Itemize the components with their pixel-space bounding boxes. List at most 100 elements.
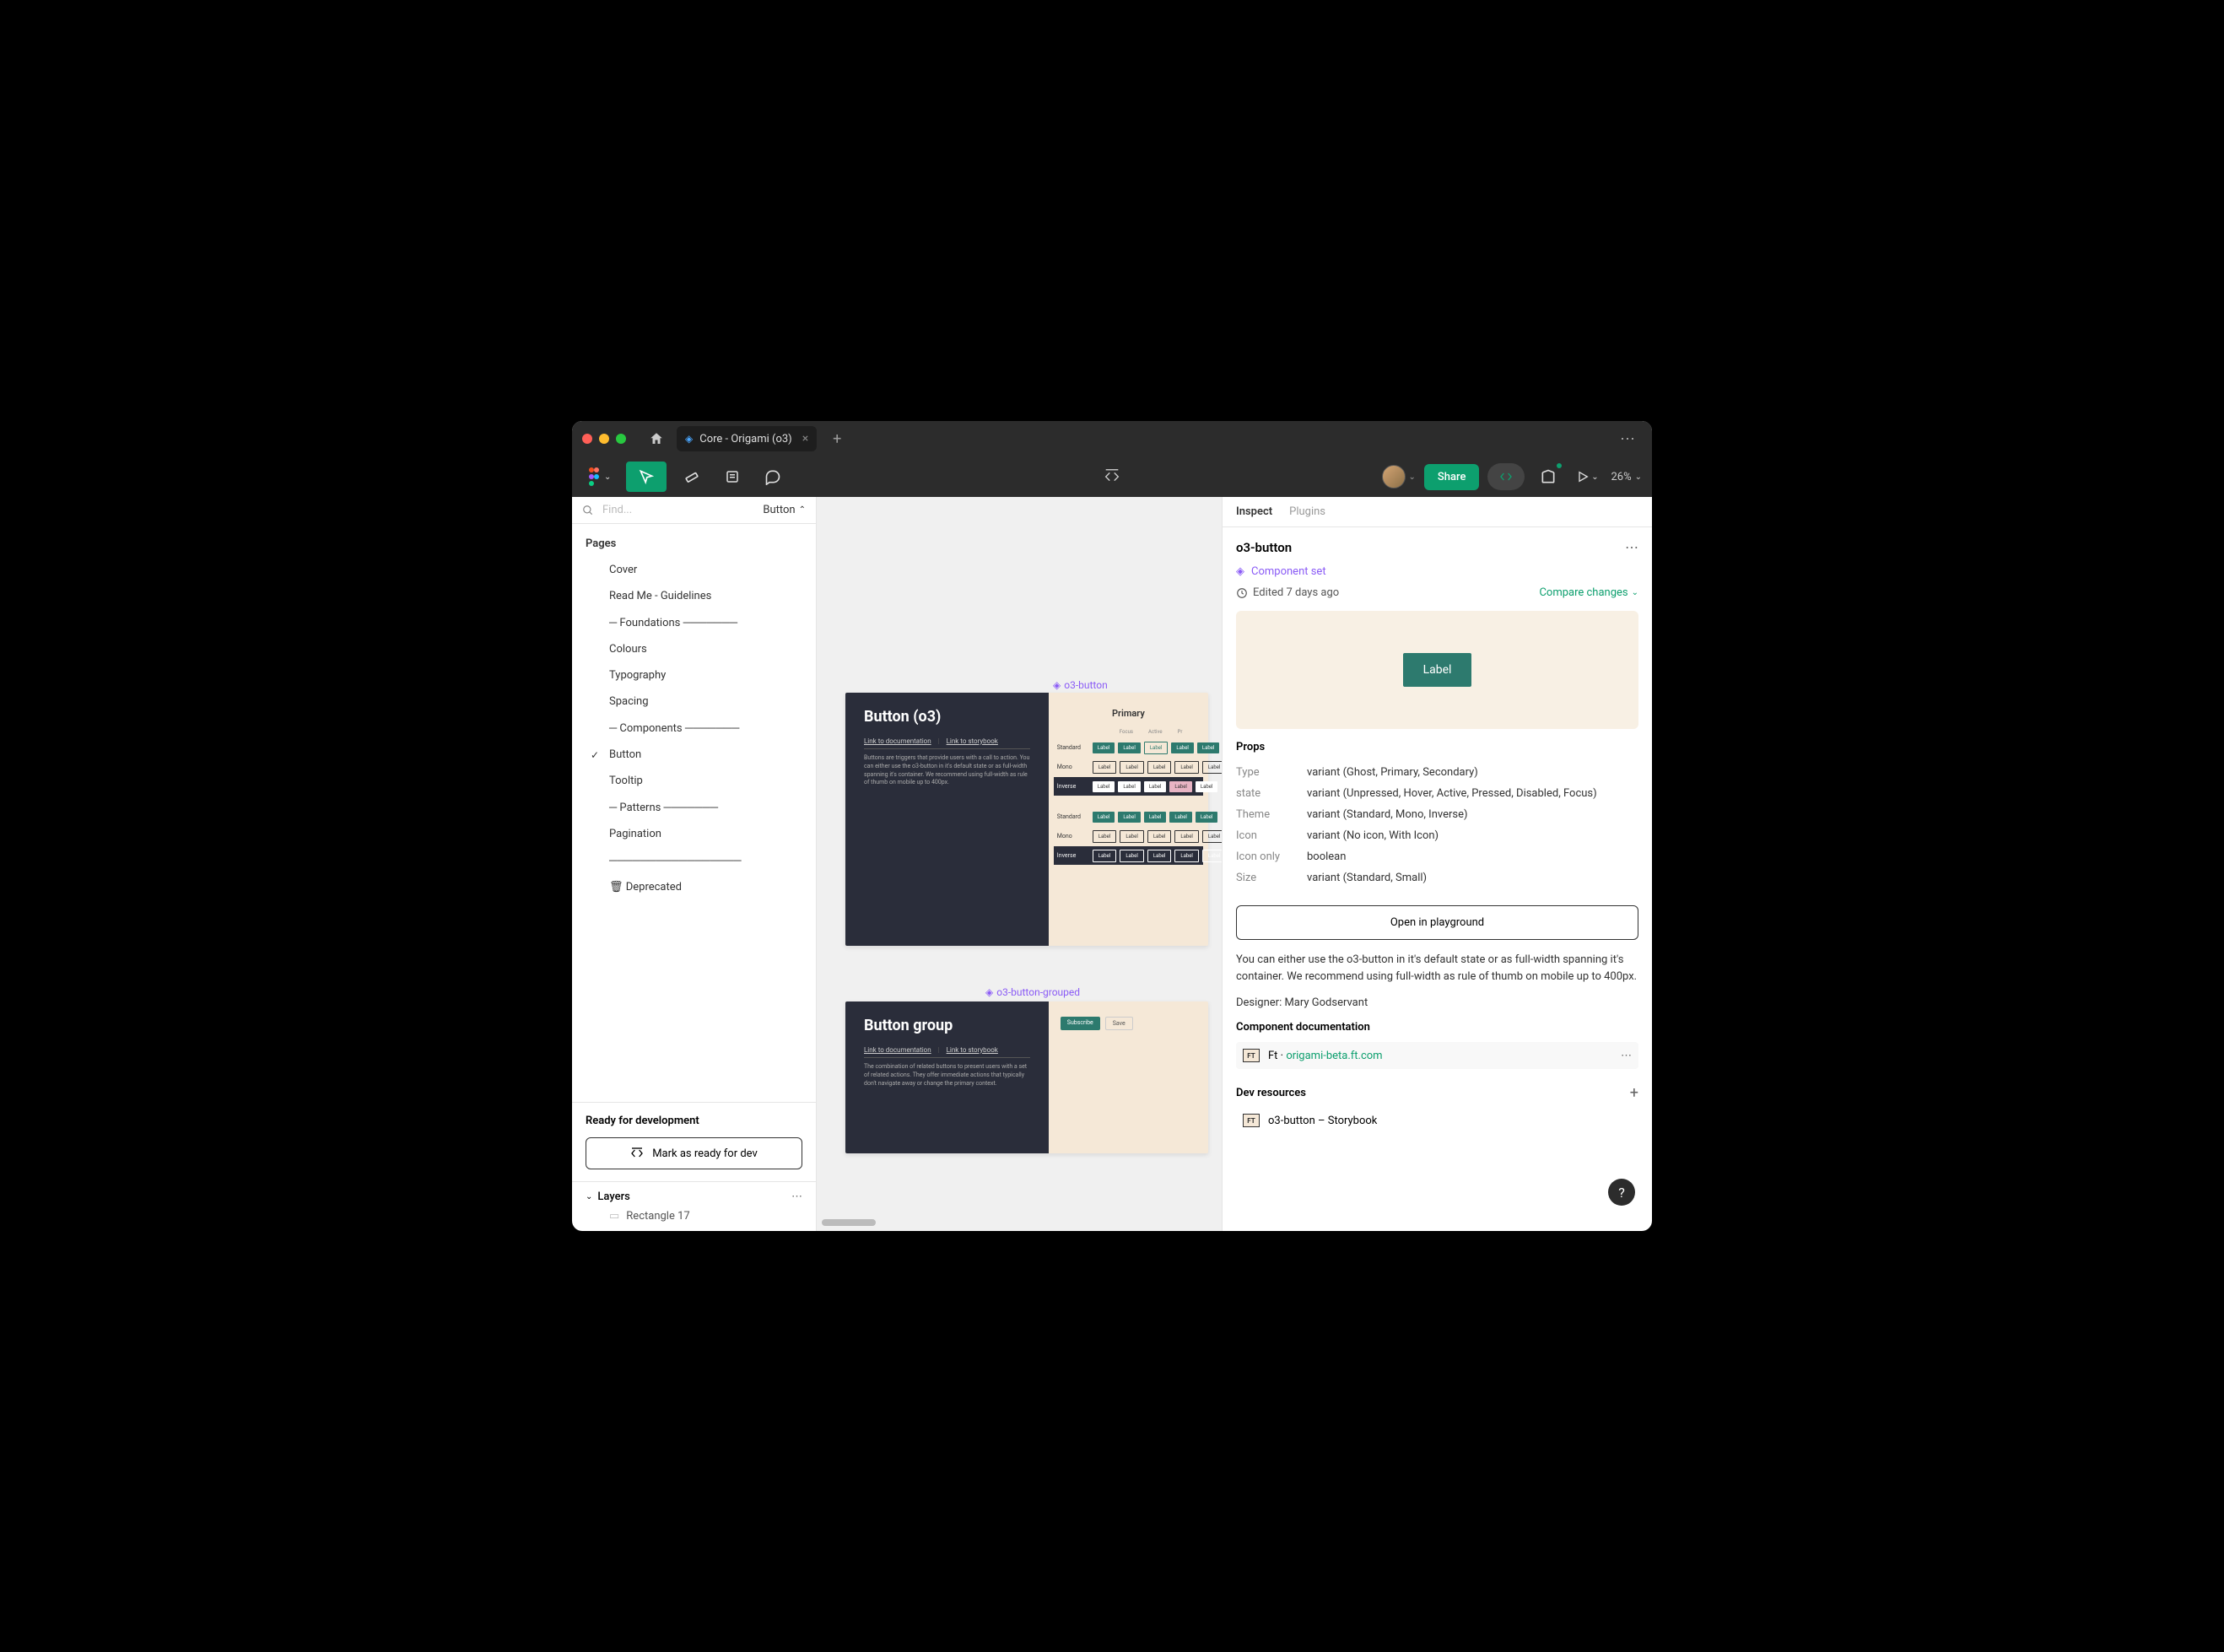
tab-plugins[interactable]: Plugins <box>1289 505 1325 518</box>
canvas-scrollbar[interactable] <box>822 1219 876 1226</box>
prop-row: Sizevariant (Standard, Small) <box>1236 867 1638 888</box>
variant-button: Label <box>1147 761 1172 774</box>
column-headers: FocusActivePr <box>1054 729 1203 738</box>
compare-changes-link[interactable]: Compare changes ⌄ <box>1539 586 1638 599</box>
minimize-window[interactable] <box>599 434 609 444</box>
variant-button: Label <box>1093 761 1117 774</box>
preview-button: Label <box>1403 653 1472 687</box>
search-icon <box>582 505 594 516</box>
page-item[interactable]: ─ Components ─────── <box>586 715 802 742</box>
open-playground-button[interactable]: Open in playground <box>1236 905 1638 940</box>
home-button[interactable] <box>643 425 670 452</box>
tab-title: Core - Origami (o3) <box>699 433 791 445</box>
props-section: Props Typevariant (Ghost, Primary, Secon… <box>1236 729 1638 900</box>
page-item[interactable]: Read Me - Guidelines <box>586 583 802 609</box>
layers-menu-icon[interactable]: ⋯ <box>791 1190 802 1203</box>
chevron-down-icon: ⌄ <box>1591 472 1598 482</box>
history-icon <box>1236 587 1248 599</box>
documentation-section: Component documentation FT Ft · origami-… <box>1236 1021 1638 1069</box>
variant-button: Label <box>1144 812 1167 823</box>
page-item[interactable]: Tooltip <box>586 768 802 794</box>
prop-row: Iconvariant (No icon, With Icon) <box>1236 825 1638 846</box>
variant-button: Label <box>1174 850 1199 862</box>
right-panel: Inspect Plugins o3-button ⋯ ◈ Component … <box>1222 497 1652 1231</box>
doc-link-menu-icon[interactable]: ⋯ <box>1621 1050 1632 1062</box>
new-tab-button[interactable]: + <box>823 425 850 452</box>
doc-title: Component documentation <box>1236 1021 1638 1034</box>
add-resource-icon[interactable]: + <box>1630 1084 1638 1102</box>
search-filter[interactable]: Button ⌃ <box>763 504 806 516</box>
props-title: Props <box>1236 741 1638 753</box>
layers-header[interactable]: ⌄ Layers ⋯ <box>586 1190 802 1203</box>
search-input[interactable] <box>602 504 754 516</box>
variant-button: Label <box>1174 761 1199 774</box>
maximize-window[interactable] <box>616 434 626 444</box>
menu-dots[interactable]: ⋯ <box>1613 430 1642 448</box>
prop-row: Typevariant (Ghost, Primary, Secondary) <box>1236 762 1638 783</box>
frame-desc: Buttons are triggers that provide users … <box>864 754 1030 787</box>
selection-label-2[interactable]: ◈ o3-button-grouped <box>985 986 1080 998</box>
move-tool[interactable] <box>626 462 667 492</box>
file-tab[interactable]: ◈ Core - Origami (o3) × <box>677 426 817 451</box>
library-icon[interactable] <box>1533 462 1563 492</box>
dev-mode-toggle[interactable] <box>1487 463 1525 490</box>
frame-title: Button group <box>864 1017 1030 1034</box>
page-item[interactable]: Spacing <box>586 688 802 715</box>
help-button[interactable]: ? <box>1608 1179 1635 1206</box>
chevron-down-icon: ⌄ <box>586 1192 592 1201</box>
close-window[interactable] <box>582 434 592 444</box>
page-item[interactable]: ─ Patterns ─────── <box>586 794 802 821</box>
layer-item[interactable]: ▭ Rectangle 17 <box>586 1203 802 1223</box>
variant-button: Label <box>1169 812 1192 823</box>
component-icon: ◈ <box>985 986 993 998</box>
share-button[interactable]: Share <box>1424 464 1480 490</box>
page-item[interactable]: Button <box>586 742 802 768</box>
variant-row: InverseLabelLabelLabelLabelLabel <box>1054 777 1203 796</box>
designer-credit: Designer: Mary Godservant <box>1236 996 1638 1009</box>
toolbar: ⌄ ⌄ Share <box>572 456 1652 497</box>
page-item[interactable]: Cover <box>586 557 802 583</box>
component-type[interactable]: ◈ Component set <box>1236 562 1638 581</box>
component-menu-icon[interactable]: ⋯ <box>1625 539 1638 555</box>
chevron-icon: ⌃ <box>799 505 806 515</box>
comment-tool[interactable] <box>758 462 788 492</box>
chevron-down-icon: ⌄ <box>604 472 611 482</box>
variant-button: Label <box>1196 781 1218 792</box>
edited-time: Edited 7 days ago <box>1236 586 1339 599</box>
pages-title: Pages <box>586 531 802 557</box>
page-item[interactable]: Pagination <box>586 821 802 847</box>
canvas-frame-button[interactable]: Button (o3) Link to documentation | Link… <box>845 693 1208 946</box>
selection-label[interactable]: ◈ o3-button <box>1053 679 1108 691</box>
annotate-tool[interactable] <box>717 462 748 492</box>
search-row: Button ⌃ <box>572 497 816 524</box>
inspector-tabs: Inspect Plugins <box>1223 497 1652 527</box>
tab-inspect[interactable]: Inspect <box>1236 505 1272 518</box>
variant-row: MonoLabelLabelLabelLabelLabel <box>1054 758 1203 776</box>
component-preview: Label <box>1236 611 1638 729</box>
measure-tool[interactable] <box>677 462 707 492</box>
dev-mode-center-icon[interactable] <box>1103 467 1121 486</box>
page-item[interactable]: 🗑 Deprecated <box>586 874 802 900</box>
layers-section: ⌄ Layers ⋯ ▭ Rectangle 17 <box>572 1181 816 1231</box>
page-item[interactable]: Colours <box>586 636 802 662</box>
doc-link[interactable]: FT Ft · origami-beta.ft.com ⋯ <box>1236 1042 1638 1069</box>
page-item[interactable]: Typography <box>586 662 802 688</box>
variant-button: Label <box>1196 812 1218 823</box>
page-item[interactable]: ───────────────── <box>586 847 802 874</box>
frame-title: Button (o3) <box>864 708 1030 726</box>
canvas[interactable]: ◈ o3-button Button (o3) Link to document… <box>817 497 1222 1231</box>
zoom-control[interactable]: 26% ⌄ <box>1611 471 1642 483</box>
figma-menu[interactable]: ⌄ <box>582 467 616 487</box>
close-tab-icon[interactable]: × <box>802 432 808 445</box>
dev-resource-link[interactable]: FT o3-button – Storybook <box>1236 1110 1638 1131</box>
variant-button: Label <box>1120 850 1144 862</box>
user-avatar[interactable]: ⌄ <box>1382 465 1416 489</box>
button-group-preview: Subscribe Save <box>1054 1010 1203 1037</box>
present-button[interactable]: ⌄ <box>1572 462 1602 492</box>
component-icon: ◈ <box>1053 679 1061 691</box>
variant-button: Label <box>1144 781 1167 792</box>
frame-links: Link to documentation | Link to storyboo… <box>864 1046 1030 1058</box>
canvas-frame-button-group[interactable]: Button group Link to documentation | Lin… <box>845 1001 1208 1153</box>
page-item[interactable]: ─ Foundations ─────── <box>586 609 802 636</box>
mark-ready-button[interactable]: Mark as ready for dev <box>586 1137 802 1169</box>
